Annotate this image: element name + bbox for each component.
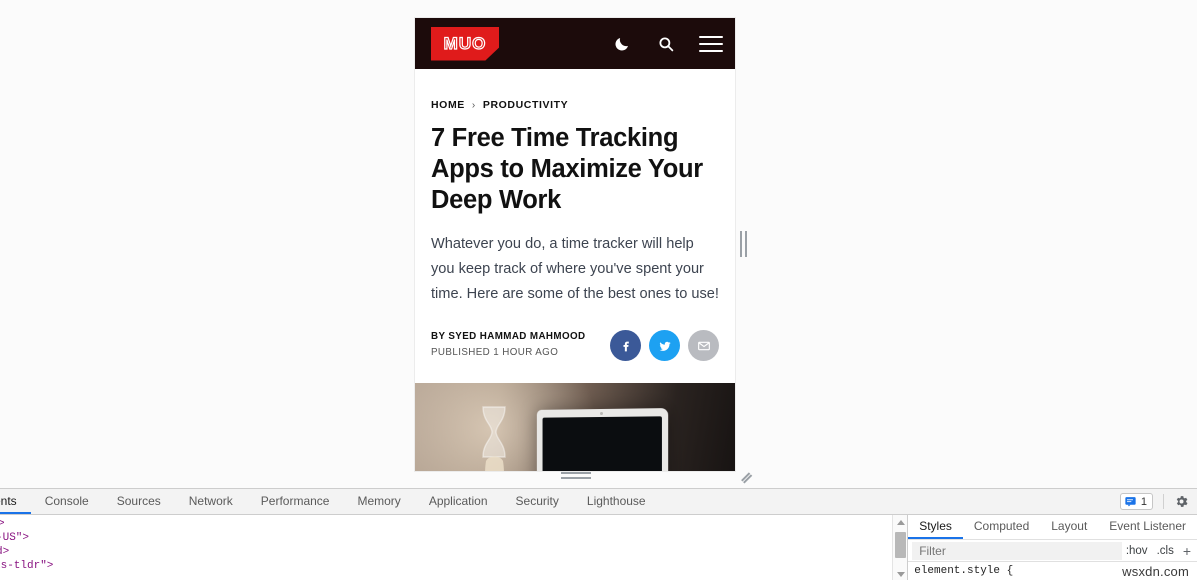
gear-icon[interactable] <box>1174 494 1189 509</box>
site-logo[interactable]: MUO <box>431 26 499 61</box>
scrollbar-thumb[interactable] <box>895 532 907 558</box>
tab-elements[interactable]: ents <box>0 489 31 514</box>
dom-line[interactable]: > <box>0 517 5 531</box>
article-meta-row: BY SYED HAMMAD MAHMOOD PUBLISHED 1 HOUR … <box>431 329 719 361</box>
hov-toggle[interactable]: :hov <box>1126 545 1148 557</box>
tab-layout-label: Layout <box>1051 519 1088 533</box>
facebook-share-button[interactable] <box>610 330 641 361</box>
tab-lighthouse-label: Lighthouse <box>586 493 646 508</box>
breadcrumb-category[interactable]: PRODUCTIVITY <box>483 99 568 111</box>
dom-line[interactable]: is-tldr"> <box>0 559 53 573</box>
laptop-illustration <box>536 408 669 471</box>
menu-icon[interactable] <box>699 35 723 52</box>
message-count-label: 1 <box>1140 495 1147 508</box>
header-icon-group <box>611 33 723 55</box>
tab-performance-label: Performance <box>260 493 330 508</box>
tab-layout[interactable]: Layout <box>1040 515 1098 539</box>
tab-lighthouse[interactable]: Lighthouse <box>573 489 660 514</box>
tab-memory[interactable]: Memory <box>343 489 414 514</box>
filter-input[interactable] <box>912 541 1122 560</box>
tab-security-label: Security <box>515 493 559 508</box>
tab-network-label: Network <box>188 493 233 508</box>
browser-page-area: MUO HOME › PRODUCTIVITY 7 Free Time Trac… <box>0 0 1197 488</box>
screen: MUO HOME › PRODUCTIVITY 7 Free Time Trac… <box>0 0 1197 580</box>
breadcrumb: HOME › PRODUCTIVITY <box>431 99 719 111</box>
laptop-camera <box>599 411 603 416</box>
laptop-screen <box>542 416 662 471</box>
devtools-panel: ents Console Sources Network Performance… <box>0 488 1197 580</box>
styles-pane: Styles Computed Layout Event Listener :h… <box>907 515 1197 580</box>
tab-performance[interactable]: Performance <box>247 489 344 514</box>
tab-computed[interactable]: Computed <box>963 515 1040 539</box>
devtools-body: > -US"> d> is-tldr"> Styles Computed Lay… <box>0 515 1197 580</box>
styles-rule-list: element.style { <box>908 562 1197 580</box>
styles-filter-row: :hov .cls + <box>908 540 1197 562</box>
site-header: MUO <box>415 18 735 69</box>
byline: BY SYED HAMMAD MAHMOOD PUBLISHED 1 HOUR … <box>431 329 586 361</box>
dom-line[interactable]: -US"> <box>0 531 29 545</box>
tab-network[interactable]: Network <box>175 489 247 514</box>
tab-event-listeners[interactable]: Event Listener <box>1098 515 1197 539</box>
tab-console[interactable]: Console <box>31 489 103 514</box>
tab-sources[interactable]: Sources <box>103 489 175 514</box>
toolbar-divider <box>1163 494 1164 509</box>
tab-application-label: Application <box>428 493 488 508</box>
tab-application[interactable]: Application <box>415 489 502 514</box>
styles-filter-actions: :hov .cls + <box>1126 543 1197 559</box>
tab-styles-label: Styles <box>919 519 952 533</box>
page-title: 7 Free Time Tracking Apps to Maximize Yo… <box>431 124 703 214</box>
device-corner-resize-handle[interactable] <box>738 468 752 484</box>
message-count-badge[interactable]: 1 <box>1119 493 1153 510</box>
byline-published: PUBLISHED 1 HOUR AGO <box>431 347 559 358</box>
cls-toggle[interactable]: .cls <box>1157 545 1174 557</box>
tab-console-label: Console <box>44 493 89 508</box>
device-width-resize-handle[interactable] <box>739 229 748 259</box>
tab-memory-label: Memory <box>357 493 401 508</box>
search-icon[interactable] <box>655 33 677 55</box>
element-style-rule[interactable]: element.style { <box>914 565 1013 577</box>
scroll-down-icon[interactable] <box>893 567 907 580</box>
article-header: HOME › PRODUCTIVITY 7 Free Time Tracking… <box>415 99 735 361</box>
scroll-up-icon[interactable] <box>893 515 907 529</box>
tab-computed-label: Computed <box>973 519 1030 533</box>
dom-tree-scrollbar[interactable] <box>892 515 908 580</box>
device-height-resize-handle[interactable] <box>560 470 592 480</box>
message-icon <box>1125 497 1136 507</box>
hourglass-icon <box>482 406 506 471</box>
new-style-rule-button[interactable]: + <box>1183 543 1191 559</box>
dom-line[interactable]: d> <box>0 545 9 559</box>
dark-mode-icon[interactable] <box>611 33 633 55</box>
breadcrumb-home[interactable]: HOME <box>431 99 465 111</box>
article-dek: Whatever you do, a time tracker will hel… <box>431 236 719 302</box>
dom-tree-pane[interactable]: > -US"> d> is-tldr"> <box>0 515 908 580</box>
twitter-share-button[interactable] <box>649 330 680 361</box>
tab-styles[interactable]: Styles <box>908 515 963 539</box>
byline-author[interactable]: BY SYED HAMMAD MAHMOOD <box>431 329 586 345</box>
tab-event-listeners-label: Event Listener <box>1109 519 1186 533</box>
breadcrumb-separator-icon: › <box>471 99 476 111</box>
devtools-tabbar: ents Console Sources Network Performance… <box>0 489 1197 515</box>
email-share-button[interactable] <box>688 330 719 361</box>
tab-sources-label: Sources <box>116 493 161 508</box>
tab-security[interactable]: Security <box>502 489 573 514</box>
styles-tabbar: Styles Computed Layout Event Listener <box>908 515 1197 540</box>
tab-elements-label: ents <box>0 493 17 508</box>
device-viewport: MUO HOME › PRODUCTIVITY 7 Free Time Trac… <box>415 18 735 471</box>
article-hero-image <box>415 383 735 471</box>
devtools-tabbar-actions: 1 <box>1119 489 1197 514</box>
share-buttons <box>610 330 719 361</box>
site-logo-text: MUO <box>443 34 487 53</box>
